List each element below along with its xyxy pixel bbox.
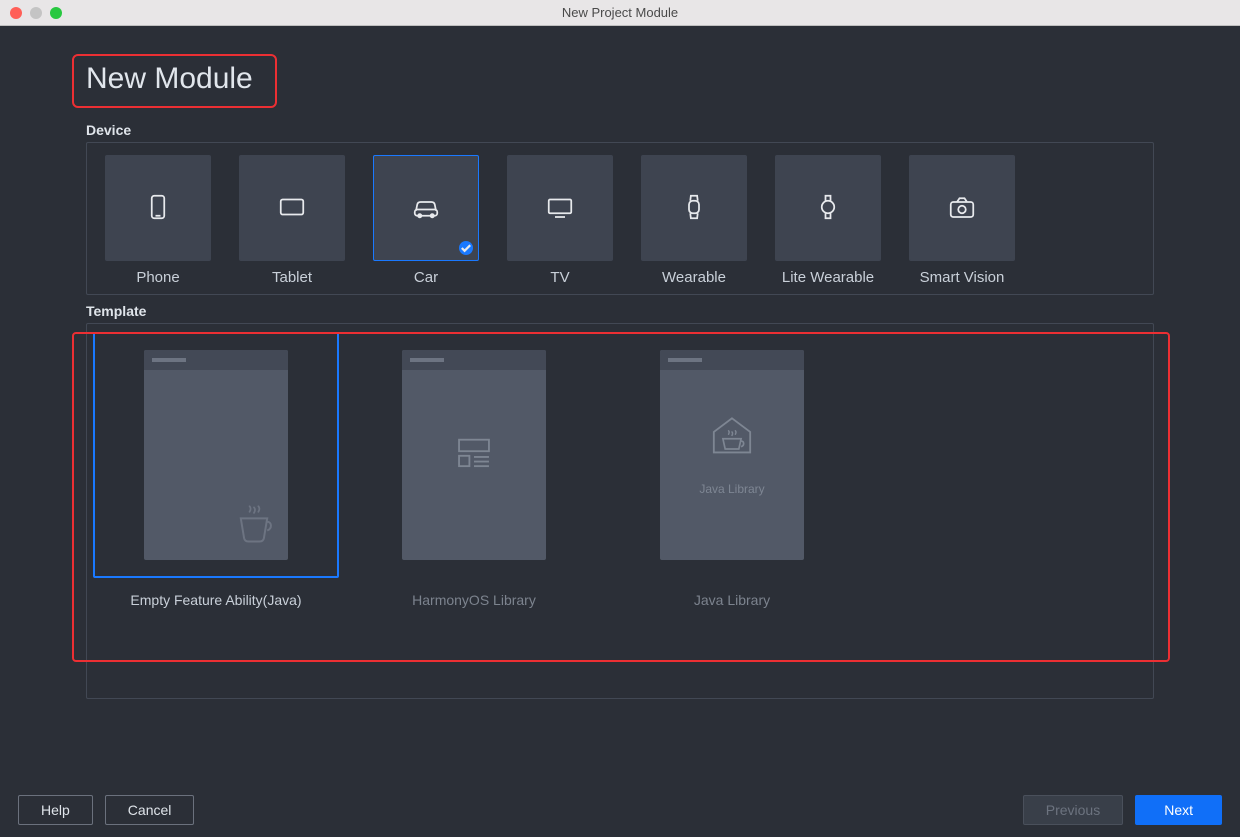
template-card [144, 350, 288, 560]
window-title: New Project Module [0, 5, 1240, 20]
device-option-tablet[interactable]: Tablet [239, 155, 345, 286]
tablet-icon [277, 192, 307, 225]
device-option-tv[interactable]: TV [507, 155, 613, 286]
device-label: Car [414, 269, 438, 286]
device-label: Smart Vision [920, 269, 1005, 286]
device-option-wearable[interactable]: Wearable [641, 155, 747, 286]
lite-wearable-icon [813, 192, 843, 225]
device-option-phone[interactable]: Phone [105, 155, 211, 286]
template-label: Java Library [694, 592, 770, 608]
camera-icon [947, 192, 977, 225]
device-label: Lite Wearable [782, 269, 874, 286]
template-panel: Empty Feature Ability(Java) [86, 323, 1154, 699]
next-button[interactable]: Next [1135, 795, 1222, 825]
help-button[interactable]: Help [18, 795, 93, 825]
page-title-highlight: New Module [72, 54, 277, 108]
template-card: Java Library [660, 350, 804, 560]
device-option-car[interactable]: Car [373, 155, 479, 286]
template-label: HarmonyOS Library [412, 592, 536, 608]
device-label: Phone [136, 269, 179, 286]
java-library-icon [707, 412, 757, 465]
device-label: Tablet [272, 269, 312, 286]
page-title: New Module [86, 62, 253, 96]
device-option-smart-vision[interactable]: Smart Vision [909, 155, 1015, 286]
template-option-harmonyos-library[interactable]: HarmonyOS Library [349, 330, 599, 610]
template-label: Empty Feature Ability(Java) [130, 592, 301, 608]
template-card-caption: Java Library [660, 482, 804, 496]
window-titlebar: New Project Module [0, 0, 1240, 26]
java-cup-icon [232, 503, 276, 550]
device-section-label: Device [86, 122, 1154, 138]
car-icon [411, 192, 441, 225]
tv-icon [545, 192, 575, 225]
template-option-java-library[interactable]: Java Library Java Library [607, 330, 857, 610]
dialog-footer: Help Cancel Previous Next [0, 795, 1240, 825]
cancel-button[interactable]: Cancel [105, 795, 195, 825]
phone-icon [143, 192, 173, 225]
wearable-icon [679, 192, 709, 225]
template-section-label: Template [86, 303, 1154, 319]
device-option-lite-wearable[interactable]: Lite Wearable [775, 155, 881, 286]
device-label: Wearable [662, 269, 726, 286]
template-option-empty-feature-ability[interactable]: Empty Feature Ability(Java) [91, 330, 341, 610]
template-card [402, 350, 546, 560]
check-icon [459, 241, 473, 255]
device-panel: Phone Tablet [86, 142, 1154, 295]
library-icon [451, 431, 497, 480]
previous-button: Previous [1023, 795, 1123, 825]
device-label: TV [550, 269, 569, 286]
